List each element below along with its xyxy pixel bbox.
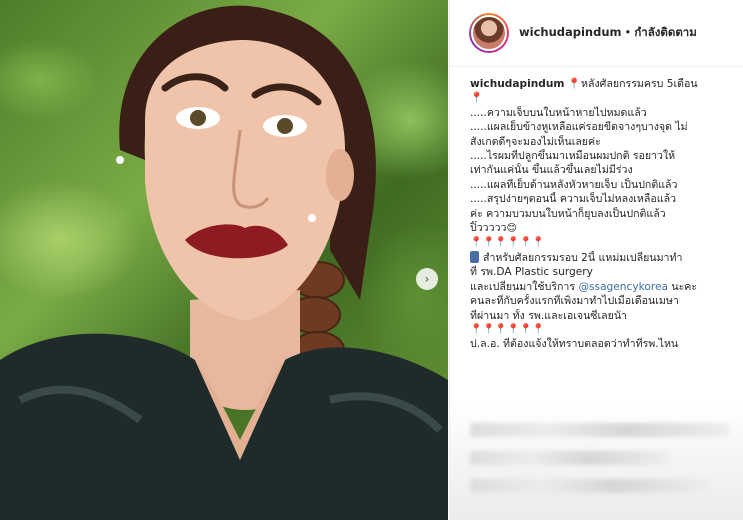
caption-line: .....แผลเย็บข้างหูเหลือแค่รอยขีดจางๆบางจ…: [470, 121, 688, 134]
portrait-illustration: [0, 5, 448, 520]
pin-row: 📍📍📍📍📍📍: [470, 237, 545, 249]
caption-line: ป.ล.อ. ที่ต้องแจ้งให้ทราบตลอดว่าทำที่รพ.…: [470, 338, 679, 351]
phone-icon: [470, 250, 479, 263]
caption-line: .....สรุปง่ายๆตอนนี้ ความเจ็บไม่หลงเหลือ…: [470, 193, 677, 206]
caption-line: สำหรับศัลยกรรมรอบ 2นี้ แหม่มเปลี่ยนมาทำ: [470, 250, 732, 265]
caption-line: .....ความเจ็บบนใบหน้าหายไปหมดแล้ว: [470, 106, 647, 119]
caption-line: ที่ รพ.DA Plastic surgery: [470, 266, 593, 279]
caption-title-line: wichudapindum 📍หลังศัลยกรรมครบ 5เดือน: [470, 77, 732, 91]
pin-icon: 📍: [470, 92, 484, 105]
post-side-panel: wichudapindum • กำลังติดตาม wichudapindum …: [449, 0, 743, 520]
caption-line: สังเกตดีๆจะมองไม่เห็นเลยค่ะ: [470, 135, 601, 148]
post-photo[interactable]: ›: [0, 0, 448, 520]
pin-icon: 📍: [567, 78, 582, 90]
blurred-comment: [470, 451, 670, 465]
pin-row: 📍📍📍📍📍📍: [470, 323, 545, 335]
caption-line: .....ไรผมที่ปลูกขึ้นมาเหมือนผมปกติ รอยาว…: [470, 150, 676, 163]
caption-line: .....แผลที่เย็บด้านหลังหัวหายเจ็บ เป็นปก…: [470, 178, 678, 191]
chevron-right-icon: ›: [424, 272, 430, 286]
caption-line: ปิ๊ววววว😊: [470, 221, 732, 236]
post-caption: wichudapindum 📍หลังศัลยกรรมครบ 5เดือน 📍 …: [450, 67, 743, 352]
caption-line: และเปลี่ยนมาใช้บริการ @ssagencykorea นะค…: [470, 280, 732, 294]
caption-line: ที่ผ่านมา ทั้ง รพ.และเอเจนซี่เลยนัา: [470, 309, 628, 322]
agency-suffix: นะคะ: [667, 280, 698, 293]
caption-title: หลังศัลยกรรมครบ 5เดือน: [581, 78, 698, 90]
blurred-overlay: [450, 405, 743, 520]
header-separator: •: [624, 25, 632, 39]
header-username[interactable]: wichudapindum: [519, 25, 622, 39]
caption-line-text: ปิ๊ววววว: [470, 222, 507, 235]
following-button[interactable]: กำลังติดตาม: [634, 25, 697, 39]
agency-prefix: และเปลี่ยนมาใช้บริการ: [470, 280, 579, 293]
caption-username[interactable]: wichudapindum: [470, 78, 564, 90]
caption-line: ค่ะ ความบวมบนใบหน้าก็ยุบลงเป็นปกติแล้ว: [470, 207, 666, 220]
avatar[interactable]: [469, 13, 509, 53]
blurred-comment: [470, 479, 710, 493]
caption-line: คนละที่กับครั้งแรกที่เพิ่งมาทำไปเมื่อเดื…: [470, 295, 679, 308]
surgery-line: สำหรับศัลยกรรมรอบ 2นี้ แหม่มเปลี่ยนมาทำ: [483, 251, 683, 264]
header-text: wichudapindum • กำลังติดตาม: [519, 24, 697, 42]
smiley-icon: 😊: [506, 223, 517, 235]
post-header: wichudapindum • กำลังติดตาม: [450, 0, 743, 67]
caption-line: เท่ากันแค่นั้น ขึ้นแล้วขึ้นเลยไม่มีร่วง: [470, 164, 633, 177]
blurred-comment: [470, 423, 730, 437]
next-photo-button[interactable]: ›: [416, 268, 438, 290]
mention-link[interactable]: @ssagencykorea: [578, 281, 668, 293]
